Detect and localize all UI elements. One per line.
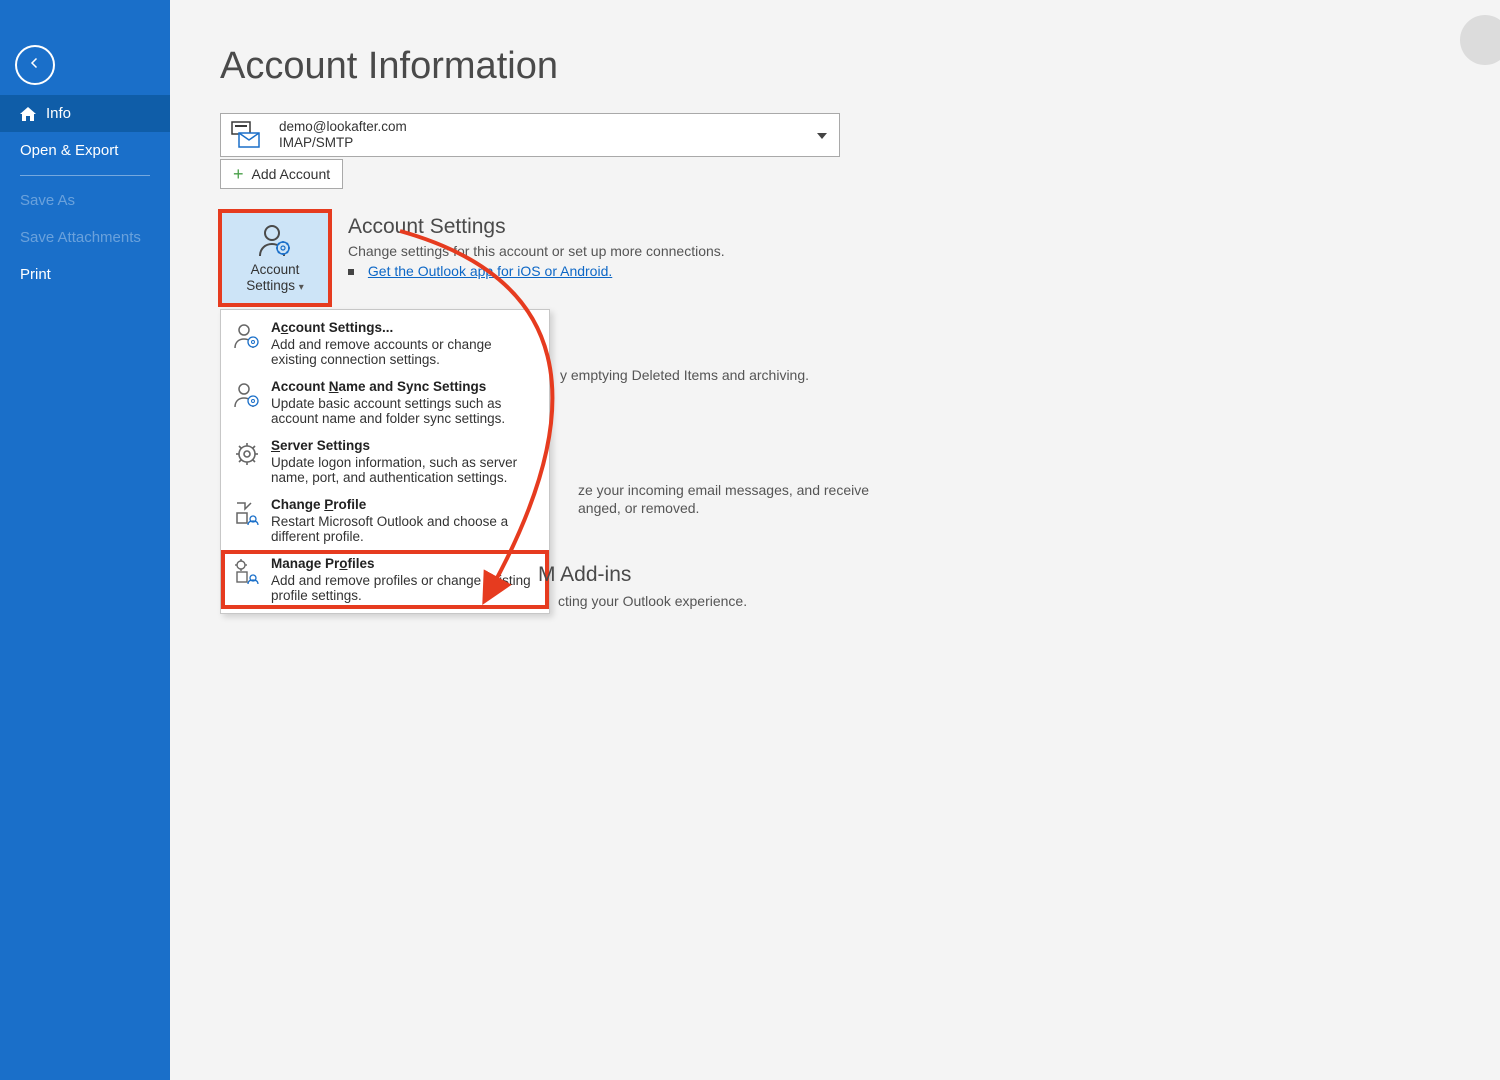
bg-text-rules-b: anged, or removed.: [578, 500, 699, 516]
menu-item-account-settings[interactable]: Account Settings... Add and remove accou…: [221, 314, 549, 373]
bullet-icon: [348, 269, 354, 275]
person-gear-icon: [233, 381, 261, 409]
outlook-app-link[interactable]: Get the Outlook app for iOS or Android.: [368, 263, 612, 279]
menu-item-desc: Update basic account settings such as ac…: [271, 396, 537, 426]
menu-item-manage-profiles[interactable]: Manage Profiles Add and remove profiles …: [221, 550, 549, 609]
gear-icon: [233, 440, 261, 468]
backstage-sidebar: Info Open & Export Save As Save Attachme…: [0, 0, 170, 1080]
main-content: Account Information demo@lookafter.com I…: [170, 0, 1500, 1080]
back-arrow-icon: [26, 54, 44, 77]
account-selector-text: demo@lookafter.com IMAP/SMTP: [279, 119, 407, 151]
bg-addins-title: M Add-ins: [538, 563, 631, 587]
sidebar-item-label: Save Attachments: [20, 229, 141, 246]
account-settings-dropdown: Account Settings... Add and remove accou…: [220, 309, 550, 614]
sidebar-item-info[interactable]: Info: [0, 95, 170, 132]
account-email: demo@lookafter.com: [279, 119, 407, 135]
sidebar-item-label: Save As: [20, 192, 75, 209]
person-gear-icon: [257, 222, 293, 258]
profile-switch-icon: [233, 499, 261, 527]
sidebar-item-label: Print: [20, 266, 51, 283]
profiles-gear-icon: [233, 558, 261, 586]
back-button[interactable]: [15, 45, 55, 85]
sidebar-item-print[interactable]: Print: [0, 256, 170, 293]
sidebar-item-open-export[interactable]: Open & Export: [0, 132, 170, 169]
plus-icon: +: [233, 164, 244, 185]
account-settings-button[interactable]: Account Settings ▾: [220, 211, 330, 305]
section-desc-account-settings: Change settings for this account or set …: [348, 243, 725, 259]
bg-text-rules-a: ze your incoming email messages, and rec…: [578, 482, 869, 498]
menu-item-server-settings[interactable]: Server Settings Update logon information…: [221, 432, 549, 491]
add-account-label: Add Account: [252, 166, 331, 182]
menu-item-desc: Add and remove accounts or change existi…: [271, 337, 537, 367]
bg-text-mailbox: y emptying Deleted Items and archiving.: [560, 367, 809, 383]
sidebar-item-label: Info: [46, 105, 71, 122]
big-btn-line2: Settings: [246, 278, 295, 293]
bg-addins-desc: cting your Outlook experience.: [558, 593, 747, 609]
menu-item-desc: Update logon information, such as server…: [271, 455, 537, 485]
chevron-down-icon: ▾: [299, 282, 304, 293]
big-btn-line1: Account: [251, 262, 300, 277]
sidebar-separator: [20, 175, 150, 176]
person-gear-icon: [233, 322, 261, 350]
section-title-account-settings: Account Settings: [348, 215, 725, 239]
account-protocol: IMAP/SMTP: [279, 135, 407, 151]
account-selector[interactable]: demo@lookafter.com IMAP/SMTP: [220, 113, 840, 157]
sidebar-item-save-as: Save As: [0, 182, 170, 219]
chevron-down-icon: [817, 126, 827, 144]
sidebar-item-save-attachments: Save Attachments: [0, 219, 170, 256]
sidebar-item-label: Open & Export: [20, 142, 118, 159]
envelope-icon: [231, 121, 261, 149]
home-icon: [20, 107, 36, 121]
menu-item-desc: Add and remove profiles or change existi…: [271, 573, 537, 603]
menu-item-desc: Restart Microsoft Outlook and choose a d…: [271, 514, 537, 544]
menu-item-change-profile[interactable]: Change Profile Restart Microsoft Outlook…: [221, 491, 549, 550]
menu-item-name-sync[interactable]: Account Name and Sync Settings Update ba…: [221, 373, 549, 432]
add-account-button[interactable]: + Add Account: [220, 159, 343, 189]
page-title: Account Information: [220, 45, 1480, 88]
